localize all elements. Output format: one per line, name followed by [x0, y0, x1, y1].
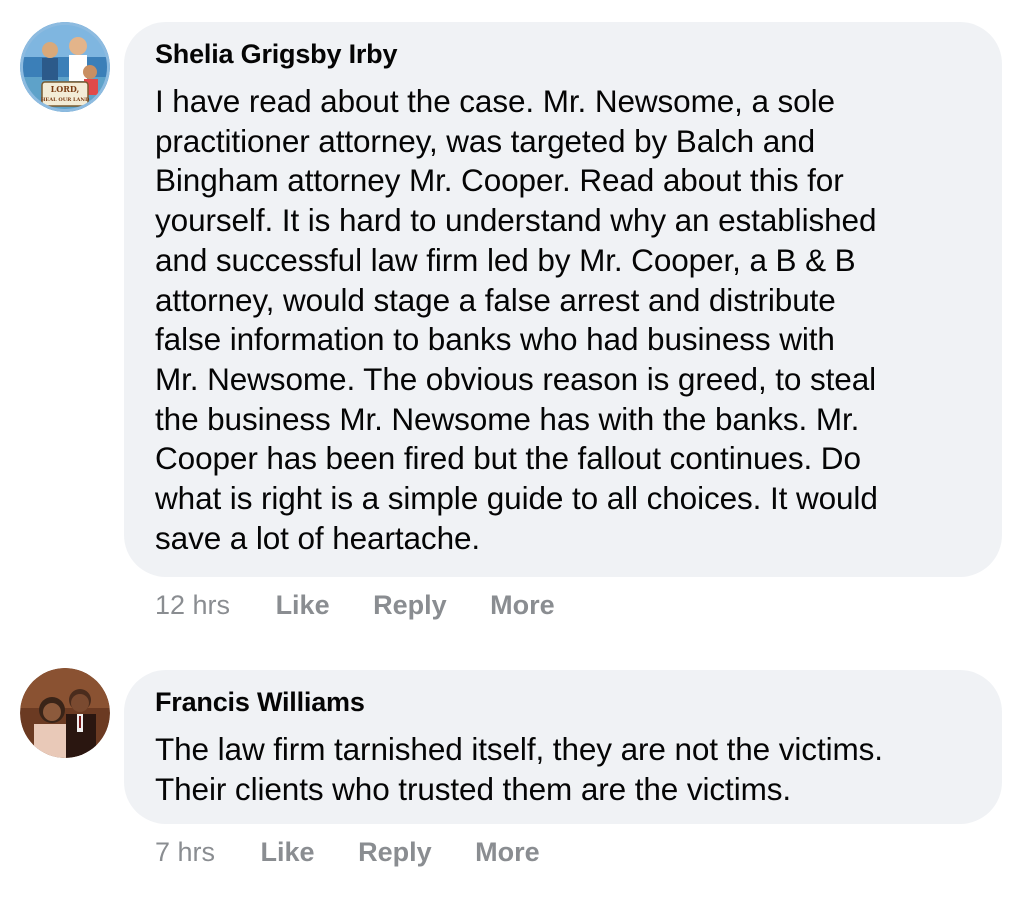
comment-author[interactable]: Shelia Grigsby Irby — [155, 38, 970, 70]
more-button[interactable]: More — [490, 585, 555, 625]
comment: Francis Williams The law firm tarnished … — [0, 640, 1024, 902]
avatar[interactable]: LORD, HEAL OUR LAND — [20, 22, 110, 112]
like-button[interactable]: Like — [261, 832, 315, 872]
like-button[interactable]: Like — [276, 585, 330, 625]
comment-timestamp[interactable]: 7 hrs — [155, 832, 215, 872]
comment-text: The law firm tarnished itself, they are … — [155, 731, 883, 807]
avatar[interactable] — [20, 668, 110, 758]
more-button[interactable]: More — [475, 832, 540, 872]
comment-timestamp[interactable]: 12 hrs — [155, 585, 230, 625]
comment-author[interactable]: Francis Williams — [155, 686, 970, 718]
comment-actions: 7 hrs Like Reply More — [155, 832, 576, 872]
reply-button[interactable]: Reply — [358, 832, 432, 872]
profile-photo-icon — [20, 668, 110, 758]
comment-text: I have read about the case. Mr. Newsome,… — [155, 83, 878, 556]
comment-bubble: Francis Williams The law firm tarnished … — [124, 670, 1002, 824]
comment-bubble: Shelia Grigsby Irby I have read about th… — [124, 22, 1002, 577]
comment-actions: 12 hrs Like Reply More — [155, 585, 591, 625]
svg-text:HEAL OUR LAND: HEAL OUR LAND — [41, 97, 90, 103]
profile-photo-icon: LORD, HEAL OUR LAND — [20, 22, 110, 112]
svg-text:LORD,: LORD, — [51, 84, 80, 94]
reply-button[interactable]: Reply — [373, 585, 447, 625]
comment: LORD, HEAL OUR LAND Shelia Grigsby Irby … — [0, 0, 1024, 640]
